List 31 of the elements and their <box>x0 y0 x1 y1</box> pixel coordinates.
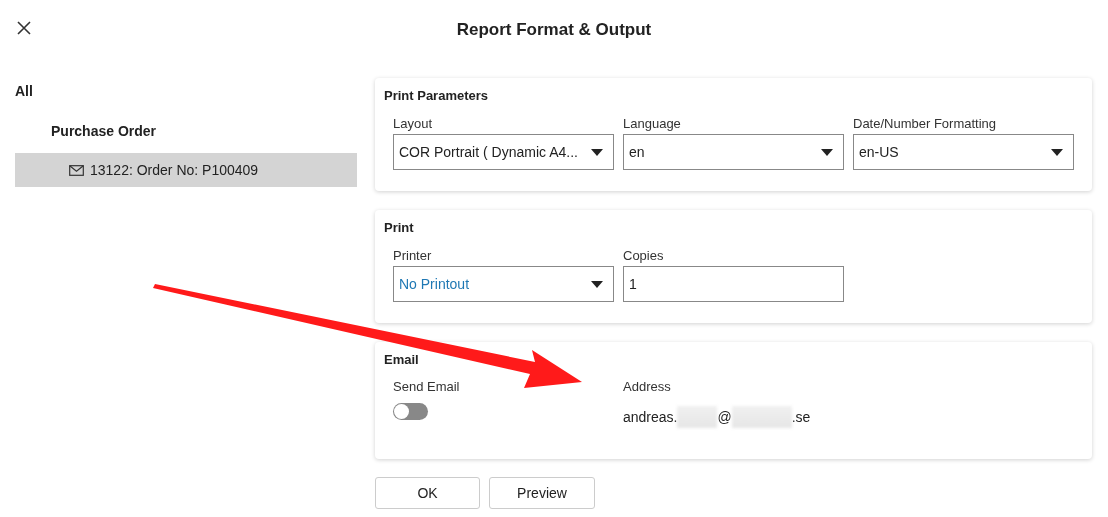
field-label: Address <box>623 379 672 394</box>
caret-icon <box>591 280 603 288</box>
dropdown[interactable]: COR Portrait ( Dynamic A4... <box>393 134 614 170</box>
field-label: Printer <box>393 248 433 263</box>
caret-icon <box>1051 148 1063 156</box>
field-label: Copies <box>623 248 665 263</box>
input-field[interactable]: 1 <box>623 266 844 302</box>
caret-icon <box>821 148 833 156</box>
tree-item[interactable]: All <box>15 82 357 100</box>
field-label: Date/Number Formatting <box>853 116 998 131</box>
field-label: Layout <box>393 116 434 131</box>
caret-icon <box>591 148 603 156</box>
dialog-title: Report Format & Output <box>456 20 652 40</box>
dropdown[interactable]: en <box>623 134 844 170</box>
section-title: Print Parameters <box>384 88 490 103</box>
email-text: andreas. <box>623 409 678 425</box>
ok-button[interactable]: OK <box>375 477 480 509</box>
dropdown[interactable]: en-US <box>853 134 1074 170</box>
section-title: Print <box>384 220 415 235</box>
field-label: Send Email <box>393 379 461 394</box>
email-text: @ <box>717 409 732 425</box>
envelope-icon <box>69 164 84 176</box>
preview-button[interactable]: Preview <box>489 477 595 509</box>
toggle-switch[interactable] <box>393 403 428 420</box>
email-text: .se <box>791 409 811 425</box>
tree-item[interactable]: Purchase Order <box>15 122 357 140</box>
close-icon[interactable] <box>17 21 31 35</box>
field-label: Language <box>623 116 682 131</box>
tree-item[interactable]: 13122: Order No: P100409 <box>15 153 357 187</box>
dropdown[interactable]: No Printout <box>393 266 614 302</box>
section-title: Email <box>384 352 420 367</box>
